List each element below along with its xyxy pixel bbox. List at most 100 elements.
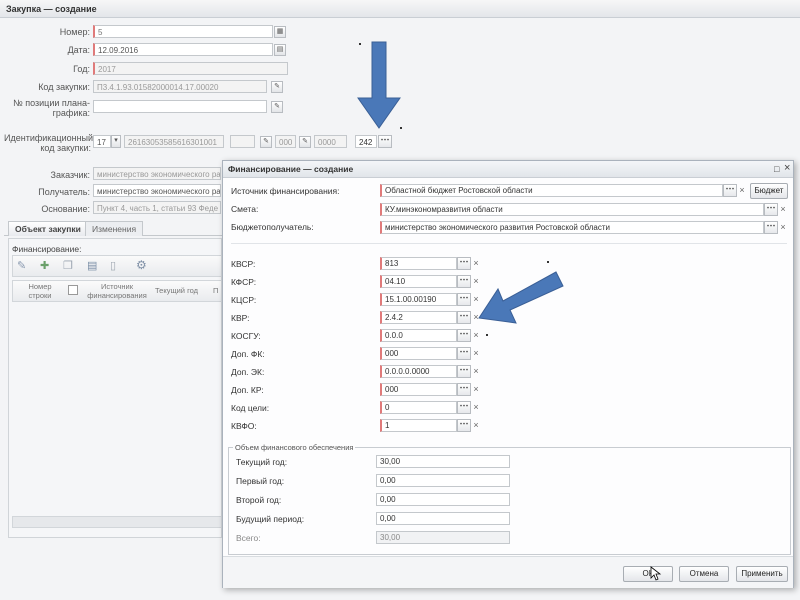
code-pick-button[interactable]: ⋯ xyxy=(457,419,471,432)
ident-part-3-field[interactable]: 242 xyxy=(355,135,377,148)
column-next: П xyxy=(213,286,219,295)
code-label: КВФО: xyxy=(231,421,257,431)
code-field[interactable]: 000 xyxy=(380,383,457,396)
window-title: Закупка — создание xyxy=(0,0,800,18)
left-arrow-annotation xyxy=(478,271,564,324)
code-clear-button[interactable]: × xyxy=(471,419,481,432)
ok-button[interactable]: ОК xyxy=(623,566,673,582)
code-label: Код цели: xyxy=(231,403,270,413)
volume-field[interactable]: 0,00 xyxy=(376,512,510,525)
volume-field[interactable]: 0,00 xyxy=(376,474,510,487)
volume-field[interactable]: 30,00 xyxy=(376,455,510,468)
estimate-clear-button[interactable]: × xyxy=(778,203,788,216)
paste-row-icon[interactable]: ▤ xyxy=(87,259,97,272)
cancel-button[interactable]: Отмена xyxy=(679,566,729,582)
volume-label: Первый год: xyxy=(236,476,285,486)
edit-icon[interactable]: ✎ xyxy=(271,101,283,113)
volume-label: Текущий год: xyxy=(236,457,288,467)
volume-label: Будущий период: xyxy=(236,514,305,524)
code-pick-button[interactable]: ⋯ xyxy=(457,347,471,360)
code-label: КОСГУ: xyxy=(231,331,261,341)
customer-label: Заказчик: xyxy=(50,170,90,180)
maximize-icon[interactable]: □ xyxy=(774,164,779,174)
code-pick-button[interactable]: ⋯ xyxy=(457,329,471,342)
dot-marker xyxy=(486,334,488,336)
ident-blank-field xyxy=(230,135,255,148)
code-clear-button[interactable]: × xyxy=(471,347,481,360)
estimate-pick-button[interactable]: ⋯ xyxy=(764,203,778,216)
year-field: 2017 xyxy=(93,62,288,75)
ident-part-2-field: 0000 xyxy=(314,135,347,148)
code-pick-button[interactable]: ⋯ xyxy=(457,311,471,324)
code-label: Доп. КР: xyxy=(231,385,264,395)
budget-recipient-field[interactable]: министерство экономического развития Рос… xyxy=(380,221,764,234)
budget-button[interactable]: Бюджет xyxy=(750,183,788,199)
code-pick-button[interactable]: ⋯ xyxy=(457,257,471,270)
edit-icon[interactable]: ✎ xyxy=(299,136,311,148)
customer-field: министерство экономического ра xyxy=(93,167,221,180)
volume-field[interactable]: 0,00 xyxy=(376,493,510,506)
ident-part-1-field: 000 xyxy=(275,135,296,148)
code-label: КЦСР: xyxy=(231,295,257,305)
volume-label: Всего: xyxy=(236,533,261,543)
budget-recipient-pick-button[interactable]: ⋯ xyxy=(764,221,778,234)
code-clear-button[interactable]: × xyxy=(471,329,481,342)
code-field[interactable]: 0.0.0 xyxy=(380,329,457,342)
financing-label: Финансирование: xyxy=(12,244,82,254)
column-current-year: Текущий год xyxy=(155,286,199,295)
financing-dialog: Финансирование — создание □ × Источник ф… xyxy=(222,160,794,588)
number-label: Номер: xyxy=(59,27,90,37)
code-pick-button[interactable]: ⋯ xyxy=(457,275,471,288)
code-field[interactable]: 1 xyxy=(380,419,457,432)
calendar-icon[interactable]: ▤ xyxy=(274,44,286,56)
code-field[interactable]: 000 xyxy=(380,347,457,360)
code-pick-button[interactable]: ⋯ xyxy=(457,383,471,396)
date-field[interactable]: 12.09.2016 xyxy=(93,43,273,56)
code-label: КВР: xyxy=(231,313,250,323)
calculator-icon[interactable]: ▦ xyxy=(274,26,286,38)
delete-row-icon[interactable]: ▯ xyxy=(110,259,116,272)
recipient-field[interactable]: министерство экономического ра xyxy=(93,184,221,197)
source-clear-button[interactable]: × xyxy=(737,184,747,197)
number-field[interactable]: 5 xyxy=(93,25,273,38)
ident-code-field: 26163053585616301001 xyxy=(124,135,224,148)
edit-row-icon[interactable]: ✎ xyxy=(17,259,26,272)
code-pick-button[interactable]: ⋯ xyxy=(457,365,471,378)
tab-purchase-object[interactable]: Объект закупки xyxy=(8,221,88,236)
add-row-icon[interactable]: ✚ xyxy=(40,259,49,272)
code-field[interactable]: 0 xyxy=(380,401,457,414)
code-field[interactable]: 813 xyxy=(380,257,457,270)
code-clear-button[interactable]: × xyxy=(471,365,481,378)
code-pick-button[interactable]: ⋯ xyxy=(457,293,471,306)
pick-button[interactable]: ⋯ xyxy=(378,135,392,148)
code-clear-button[interactable]: × xyxy=(471,383,481,396)
code-field[interactable]: 0.0.0.0.0000 xyxy=(380,365,457,378)
close-icon[interactable]: × xyxy=(784,163,790,174)
purchase-code-field: П3.4.1.93.01582000014.17.00020 xyxy=(93,80,267,93)
chevron-down-icon[interactable]: ▾ xyxy=(111,135,121,148)
gear-icon[interactable]: ⚙ xyxy=(136,258,147,272)
source-pick-button[interactable]: ⋯ xyxy=(723,184,737,197)
code-field[interactable]: 2.4.2 xyxy=(380,311,457,324)
grid-scrollbar[interactable] xyxy=(12,516,222,528)
tab-changes[interactable]: Изменения xyxy=(85,221,144,236)
source-label: Источник финансирования: xyxy=(231,186,340,196)
plan-position-field[interactable] xyxy=(93,100,267,113)
ident-year-field[interactable]: 17 xyxy=(93,135,111,148)
estimate-field[interactable]: КУ.минэкономразвития области xyxy=(380,203,764,216)
code-clear-button[interactable]: × xyxy=(471,401,481,414)
edit-icon[interactable]: ✎ xyxy=(271,81,283,93)
down-arrow-annotation xyxy=(357,41,401,129)
estimate-label: Смета: xyxy=(231,204,259,214)
code-pick-button[interactable]: ⋯ xyxy=(457,401,471,414)
mouse-cursor-icon xyxy=(650,566,662,581)
select-all-checkbox[interactable] xyxy=(68,285,78,295)
code-field[interactable]: 04.10 xyxy=(380,275,457,288)
source-field[interactable]: Областной бюджет Ростовской области xyxy=(380,184,723,197)
apply-button[interactable]: Применить xyxy=(736,566,788,582)
budget-recipient-clear-button[interactable]: × xyxy=(778,221,788,234)
edit-icon[interactable]: ✎ xyxy=(260,136,272,148)
copy-row-icon[interactable]: ❐ xyxy=(63,259,73,272)
code-field[interactable]: 15.1.00.00190 xyxy=(380,293,457,306)
code-label: КФСР: xyxy=(231,277,257,287)
